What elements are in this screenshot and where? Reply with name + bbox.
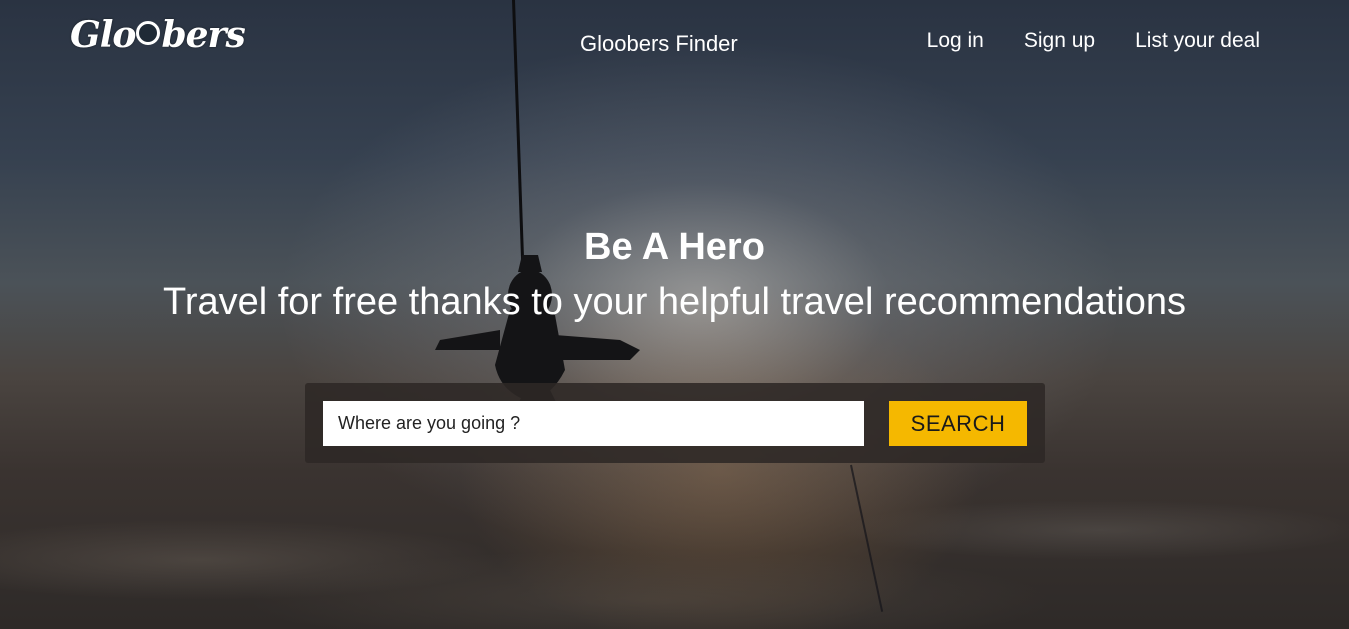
hero-background: Glo bers Gloobers Finder Log in Sign up …: [0, 0, 1349, 629]
hero-subline: Travel for free thanks to your helpful t…: [163, 281, 1186, 323]
search-panel: SEARCH: [305, 383, 1045, 463]
signup-link[interactable]: Sign up: [1024, 29, 1095, 53]
account-nav: Log in Sign up List your deal: [927, 29, 1260, 53]
cloud-layer: [0, 440, 1349, 629]
destination-search-input[interactable]: [323, 401, 864, 446]
globe-icon: [136, 21, 161, 45]
login-link[interactable]: Log in: [927, 29, 984, 53]
gloobers-finder-link[interactable]: Gloobers Finder: [580, 31, 738, 57]
gloobers-logo[interactable]: Glo bers: [70, 14, 246, 56]
top-navbar: Glo bers Gloobers Finder Log in Sign up …: [0, 0, 1349, 90]
logo-text-end: bers: [161, 14, 245, 56]
hero-headline: Be A Hero: [584, 226, 765, 268]
search-button[interactable]: SEARCH: [889, 401, 1027, 446]
list-deal-link[interactable]: List your deal: [1135, 29, 1260, 53]
logo-text-start: Glo: [70, 14, 136, 56]
